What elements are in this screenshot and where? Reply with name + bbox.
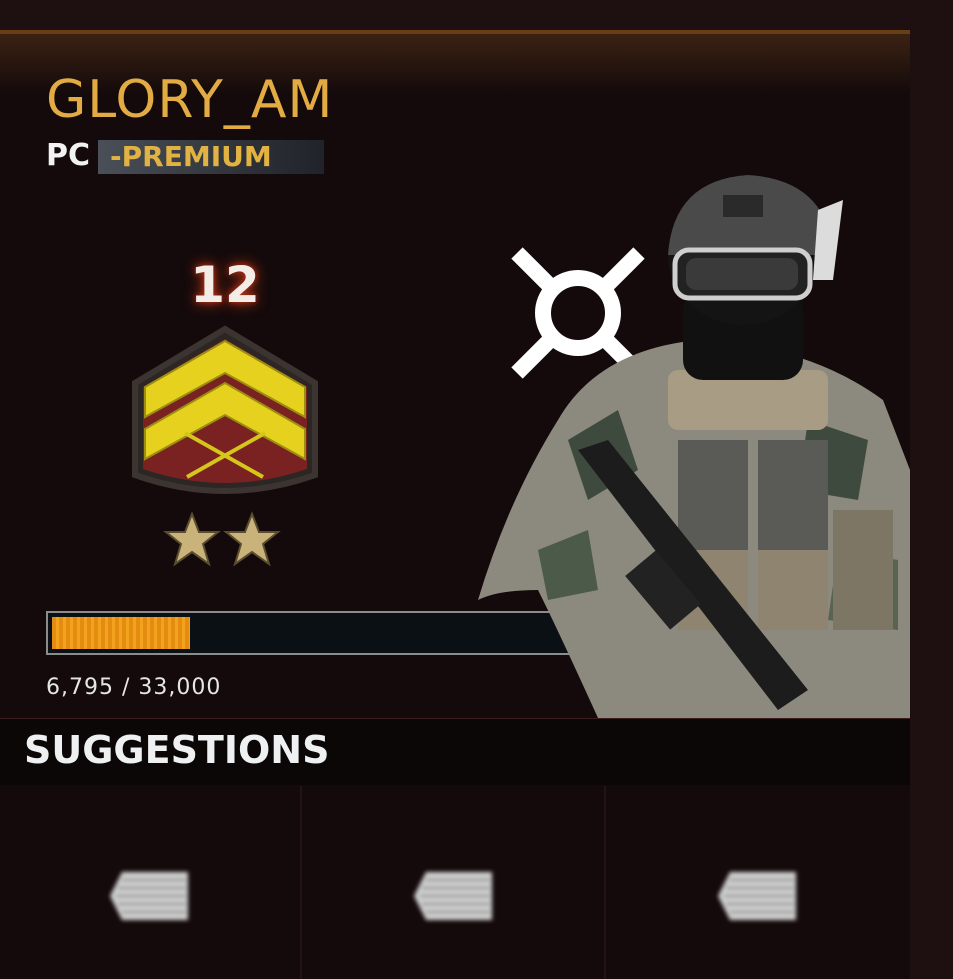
premium-label: -PREMIUM [110, 140, 272, 173]
star-icon [163, 511, 221, 567]
soldier-portrait [478, 175, 910, 718]
placeholder-icon [718, 872, 796, 920]
placeholder-icon [110, 872, 188, 920]
xp-progress-text: 6,795 / 33,000 [46, 675, 222, 700]
xp-progress-fill [52, 617, 190, 649]
placeholder-icon [414, 872, 492, 920]
rank-insignia-icon [132, 325, 318, 494]
suggestions-title: SUGGESTIONS [24, 728, 330, 772]
platform-label: PC [46, 138, 91, 173]
suggestion-tile[interactable] [0, 786, 302, 979]
suggestion-tile[interactable] [304, 786, 606, 979]
rank-number: 12 [190, 256, 260, 314]
player-name[interactable]: GLORY_AM [46, 70, 333, 130]
star-icon [223, 511, 281, 567]
rank-stars [163, 511, 281, 567]
suggestion-tile[interactable] [608, 786, 910, 979]
